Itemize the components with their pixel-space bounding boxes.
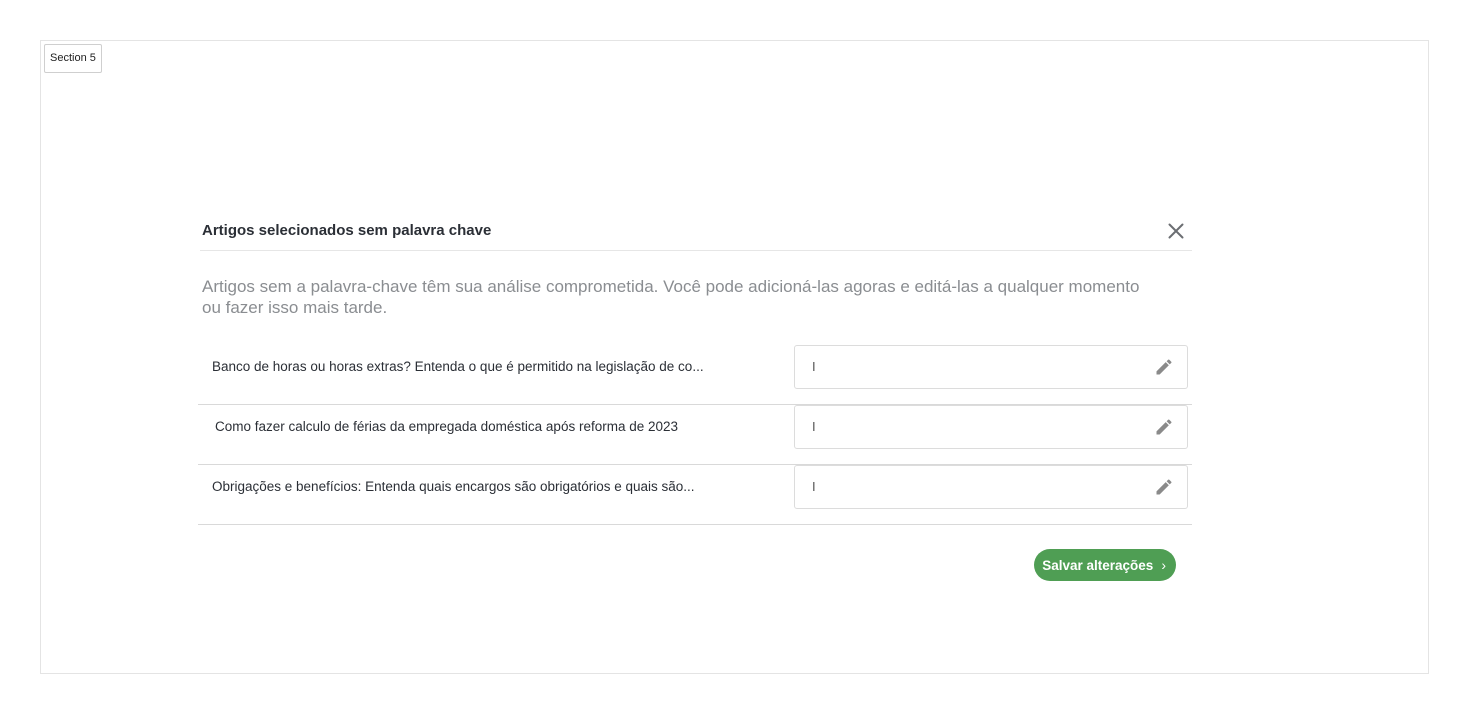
article-row: Obrigações e benefícios: Entenda quais e… [198, 465, 1192, 525]
pencil-icon[interactable] [1154, 417, 1174, 437]
pencil-icon[interactable] [1154, 477, 1174, 497]
keyword-value: I [812, 359, 816, 374]
close-icon[interactable] [1166, 221, 1186, 241]
keyword-value: I [812, 479, 816, 494]
chevron-right-icon: › [1161, 557, 1166, 573]
modal-footer: Salvar alterações › [198, 525, 1192, 605]
modal-header: Artigos selecionados sem palavra chave [200, 211, 1192, 251]
article-row: Como fazer calculo de férias da empregad… [198, 405, 1192, 465]
keyword-input[interactable]: I [794, 345, 1188, 389]
keyword-input[interactable]: I [794, 405, 1188, 449]
pencil-icon[interactable] [1154, 357, 1174, 377]
article-title: Banco de horas ou horas extras? Entenda … [212, 359, 704, 374]
modal-title: Artigos selecionados sem palavra chave [202, 222, 492, 239]
keyword-modal: Artigos selecionados sem palavra chave A… [198, 211, 1192, 605]
article-title: Obrigações e benefícios: Entenda quais e… [212, 479, 695, 494]
article-list: Banco de horas ou horas extras? Entenda … [198, 345, 1192, 525]
article-row: Banco de horas ou horas extras? Entenda … [198, 345, 1192, 405]
keyword-input[interactable]: I [794, 465, 1188, 509]
modal-description: Artigos sem a palavra-chave têm sua anál… [202, 277, 1140, 317]
save-changes-label: Salvar alterações [1042, 557, 1154, 573]
section-label: Section 5 [44, 44, 102, 73]
keyword-value: I [812, 419, 816, 434]
save-changes-button[interactable]: Salvar alterações › [1034, 549, 1176, 581]
section-frame: Section 5 Artigos selecionados sem palav… [40, 40, 1429, 674]
article-title: Como fazer calculo de férias da empregad… [215, 419, 679, 434]
